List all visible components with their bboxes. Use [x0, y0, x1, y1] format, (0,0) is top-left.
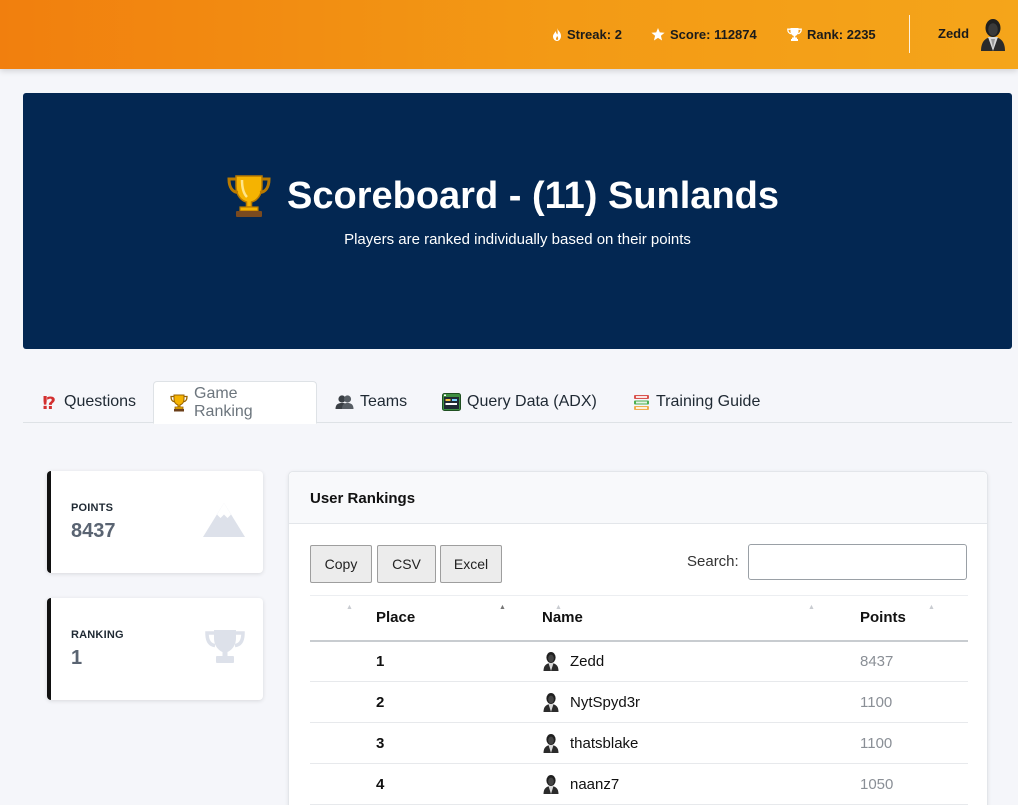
points-cell: 8437	[839, 640, 968, 682]
tab-training-guide[interactable]: Training Guide	[617, 381, 776, 423]
name-cell: Zedd	[521, 640, 839, 682]
tab-label: Game Ranking	[194, 384, 253, 420]
ranking-value: 1	[71, 647, 83, 669]
question-exclamation-icon: !?	[41, 393, 58, 411]
tab-label: Questions	[64, 393, 137, 410]
place-cell: 1	[355, 640, 521, 682]
page-title: Scoreboard - (11) Sunlands	[227, 170, 779, 222]
tab-game-ranking[interactable]: Game Ranking	[153, 381, 317, 424]
column-header-place[interactable]: Place ▲ ▲	[355, 595, 562, 642]
sort-indicator-icon: ▲	[346, 604, 353, 611]
sort-indicator-icon: ▲	[928, 604, 935, 611]
streak-stat: Streak: 2	[552, 24, 622, 44]
rank-label: Rank: 2235	[807, 26, 876, 42]
points-cell: 1050	[839, 763, 968, 805]
trophy-icon	[227, 175, 271, 217]
column-header-index[interactable]: ▲	[310, 595, 355, 642]
column-header-label: Name	[542, 609, 583, 627]
search-input[interactable]	[748, 544, 967, 580]
ranking-label: RANKING	[71, 629, 124, 641]
tab-query-data[interactable]: Query Data (ADX)	[426, 381, 613, 423]
row-index-cell	[310, 763, 355, 805]
table-row[interactable]: 1 Zedd 8437	[310, 640, 968, 682]
csv-button[interactable]: CSV	[377, 545, 436, 583]
rank-stat: Rank: 2235	[787, 24, 876, 44]
database-window-icon	[442, 393, 461, 411]
column-header-points[interactable]: Points ▲	[839, 595, 968, 642]
table-row[interactable]: 3 thatsblake 1100	[310, 722, 968, 764]
star-icon	[651, 27, 665, 40]
name-cell: NytSpyd3r	[521, 681, 839, 723]
trophy-icon	[170, 394, 188, 412]
table-header-row: ▲ Place ▲ ▲ Name ▲ Points ▲	[310, 595, 968, 642]
rankings-table: ▲ Place ▲ ▲ Name ▲ Points ▲ 1 Zedd 8437 …	[310, 595, 968, 805]
player-name[interactable]: thatsblake	[570, 735, 638, 752]
score-stat: Score: 112874	[651, 24, 757, 44]
hero-subtitle: Players are ranked individually based on…	[344, 231, 691, 248]
tab-label: Query Data (ADX)	[467, 393, 597, 410]
name-cell: naanz7	[521, 763, 839, 805]
ranking-card: RANKING 1	[47, 598, 263, 700]
tab-questions[interactable]: !? Questions	[25, 381, 152, 423]
copy-button[interactable]: Copy	[310, 545, 372, 583]
tab-teams[interactable]: Teams	[319, 381, 423, 423]
tab-bar: !? Questions Game Ranking Teams Query Da…	[23, 381, 1012, 424]
mountain-icon	[203, 503, 245, 537]
avatar	[543, 775, 559, 794]
panel-title: User Rankings	[310, 490, 416, 507]
user-name[interactable]: Zedd	[938, 26, 969, 41]
sort-ascending-icon: ▲	[499, 604, 506, 611]
user-rankings-panel: User Rankings Copy CSV Excel Search: ▲ P…	[288, 471, 988, 805]
player-name[interactable]: Zedd	[570, 653, 604, 670]
row-index-cell	[310, 681, 355, 723]
row-index-cell	[310, 722, 355, 764]
top-bar: Streak: 2 Score: 112874 Rank: 2235 Zedd	[0, 0, 1018, 69]
avatar	[543, 652, 559, 672]
tab-label: Teams	[360, 393, 408, 410]
place-cell: 2	[355, 681, 521, 723]
hero-title: Scoreboard - (11) Sunlands	[287, 174, 779, 217]
column-header-label: Points	[860, 609, 906, 627]
column-header-label: Place	[376, 609, 416, 627]
place-cell: 4	[355, 763, 521, 805]
player-name[interactable]: naanz7	[570, 776, 619, 793]
trophy-icon	[205, 630, 245, 663]
points-cell: 1100	[839, 722, 968, 764]
panel-header: User Rankings	[289, 472, 987, 524]
name-cell: thatsblake	[521, 722, 839, 764]
points-cell: 1100	[839, 681, 968, 723]
player-name[interactable]: NytSpyd3r	[570, 694, 640, 711]
people-icon	[335, 394, 354, 410]
table-row[interactable]: 4 naanz7 1050	[310, 763, 968, 805]
tab-label: Training Guide	[656, 393, 761, 410]
score-label: Score: 112874	[670, 26, 757, 42]
points-value: 8437	[71, 520, 116, 542]
avatar[interactable]	[978, 17, 1008, 51]
points-label: POINTS	[71, 502, 114, 514]
trophy-icon	[787, 27, 802, 41]
table-row[interactable]: 2 NytSpyd3r 1100	[310, 681, 968, 723]
avatar	[543, 693, 559, 712]
place-cell: 3	[355, 722, 521, 764]
streak-label: Streak: 2	[567, 26, 622, 42]
books-icon	[633, 394, 650, 411]
column-header-name[interactable]: Name ▲	[521, 595, 839, 642]
svg-text:?: ?	[46, 394, 56, 411]
points-card: POINTS 8437	[47, 471, 263, 573]
row-index-cell	[310, 640, 355, 682]
flame-icon	[553, 27, 561, 41]
excel-button[interactable]: Excel	[440, 545, 502, 583]
search-label: Search:	[687, 553, 739, 570]
topbar-divider	[909, 15, 910, 53]
sort-indicator-icon: ▲	[808, 604, 815, 611]
avatar	[543, 734, 559, 753]
